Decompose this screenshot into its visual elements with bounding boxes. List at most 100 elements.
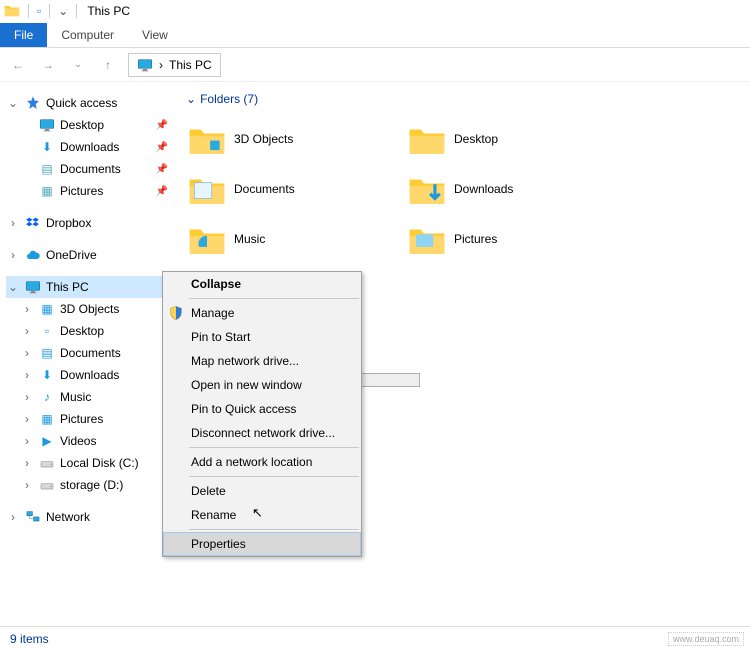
pin-icon: 📌 — [156, 164, 168, 175]
folder-icon — [406, 168, 448, 210]
sidebar-item-local-disk-c-[interactable]: › Local Disk (C:) — [6, 452, 176, 474]
ctx-delete[interactable]: Delete — [163, 479, 361, 503]
chevron-right-icon[interactable]: › — [20, 302, 34, 316]
ctx-label: Disconnect network drive... — [191, 426, 335, 440]
sidebar-item-downloads[interactable]: › ⬇ Downloads — [6, 364, 176, 386]
cloud-icon — [24, 246, 42, 264]
ctx-collapse[interactable]: Collapse — [163, 272, 361, 296]
ctx-manage[interactable]: Manage — [163, 301, 361, 325]
tab-computer[interactable]: Computer — [47, 23, 128, 47]
ctx-label: Properties — [191, 537, 246, 551]
ctx-open-in-new-window[interactable]: Open in new window — [163, 373, 361, 397]
folder-icon — [186, 168, 228, 210]
sidebar-item-storage-d-[interactable]: › storage (D:) — [6, 474, 176, 496]
folder-label: Downloads — [454, 182, 513, 196]
chevron-right-icon[interactable]: › — [20, 478, 34, 492]
watermark: www.deuaq.com — [668, 632, 744, 646]
chevron-right-icon[interactable]: › — [6, 248, 20, 262]
chevron-right-icon[interactable]: › — [20, 434, 34, 448]
ctx-map-network-drive-[interactable]: Map network drive... — [163, 349, 361, 373]
sidebar-item-label: Local Disk (C:) — [60, 456, 139, 470]
chevron-right-icon[interactable]: › — [20, 368, 34, 382]
address-path: This PC — [169, 58, 212, 72]
address-bar[interactable]: › This PC — [128, 53, 221, 77]
sidebar-item-label: Pictures — [60, 184, 103, 198]
folder-icon — [186, 118, 228, 160]
pin-icon: 📌 — [156, 120, 168, 131]
ctx-label: Map network drive... — [191, 354, 299, 368]
ctx-label: Pin to Quick access — [191, 402, 296, 416]
item-icon: ▦ — [38, 300, 56, 318]
sidebar-item-label: Downloads — [60, 368, 119, 382]
recent-dropdown-icon[interactable]: ⌄ — [68, 55, 88, 75]
folder-3d-objects[interactable]: 3D Objects — [186, 114, 406, 164]
folder-downloads[interactable]: Downloads — [406, 164, 626, 214]
sidebar-item-documents[interactable]: ›▤Documents — [6, 342, 176, 364]
tab-view[interactable]: View — [128, 23, 182, 47]
title-bar: ▫ ⌄ This PC — [0, 0, 750, 22]
sidebar-item-label: storage (D:) — [60, 478, 123, 492]
downloads-icon: ⬇ — [38, 138, 56, 156]
section-title: Folders (7) — [200, 92, 258, 106]
ctx-disconnect-network-drive-[interactable]: Disconnect network drive... — [163, 421, 361, 445]
folder-music[interactable]: Music — [186, 214, 406, 264]
sidebar-item-network[interactable]: › Network — [6, 506, 176, 528]
folder-icon — [406, 218, 448, 260]
ctx-pin-to-start[interactable]: Pin to Start — [163, 325, 361, 349]
ctx-label: Add a network location — [191, 455, 312, 469]
sidebar-item-music[interactable]: ›♪Music — [6, 386, 176, 408]
sidebar-item-3d-objects[interactable]: ›▦3D Objects — [6, 298, 176, 320]
sidebar-item-this-pc[interactable]: ⌄ This PC — [6, 276, 176, 298]
chevron-right-icon[interactable]: › — [20, 324, 34, 338]
chevron-right-icon[interactable]: › — [20, 412, 34, 426]
sidebar-item-label: Music — [60, 390, 91, 404]
chevron-down-icon[interactable]: ⌄ — [6, 96, 20, 110]
sidebar-item-dropbox[interactable]: › Dropbox — [6, 212, 176, 234]
sidebar-item-documents[interactable]: ▤ Documents 📌 — [6, 158, 176, 180]
sidebar-item-label: Videos — [60, 434, 96, 448]
up-button[interactable]: ↑ — [98, 55, 118, 75]
chevron-right-icon[interactable]: › — [20, 346, 34, 360]
item-icon: ⬇ — [38, 366, 56, 384]
ctx-label: Pin to Start — [191, 330, 250, 344]
sidebar-item-desktop[interactable]: Desktop 📌 — [6, 114, 176, 136]
sidebar-item-quick-access[interactable]: ⌄ Quick access — [6, 92, 176, 114]
folder-desktop[interactable]: Desktop — [406, 114, 626, 164]
folder-pictures[interactable]: Pictures — [406, 214, 626, 264]
chevron-right-icon[interactable]: › — [6, 216, 20, 230]
properties-qat-icon[interactable]: ▫ — [37, 4, 41, 18]
monitor-icon — [38, 116, 56, 134]
folder-documents[interactable]: Documents — [186, 164, 406, 214]
star-icon — [24, 94, 42, 112]
sidebar-item-label: OneDrive — [46, 248, 97, 262]
chevron-right-icon[interactable]: › — [20, 390, 34, 404]
sidebar-item-videos[interactable]: › ▶ Videos — [6, 430, 176, 452]
sidebar-item-downloads[interactable]: ⬇ Downloads 📌 — [6, 136, 176, 158]
shield-icon — [167, 304, 185, 322]
ctx-add-a-network-location[interactable]: Add a network location — [163, 450, 361, 474]
monitor-icon — [137, 57, 153, 73]
back-button[interactable]: ← — [8, 55, 28, 75]
cursor-icon: ↖ — [252, 505, 263, 521]
sidebar-item-label: Downloads — [60, 140, 119, 154]
sidebar-item-desktop[interactable]: ›▫Desktop — [6, 320, 176, 342]
chevron-right-icon[interactable]: › — [6, 510, 20, 524]
navigation-tree: ⌄ Quick access Desktop 📌 ⬇ Downloads 📌 ▤… — [0, 82, 176, 622]
ctx-label: Open in new window — [191, 378, 302, 392]
address-sep: › — [159, 58, 163, 72]
chevron-right-icon[interactable]: › — [20, 456, 34, 470]
pin-icon: 📌 — [156, 142, 168, 153]
chevron-down-icon[interactable]: ⌄ — [6, 280, 20, 294]
ribbon-tabs: File Computer View — [0, 22, 750, 48]
sidebar-item-pictures[interactable]: ›▦Pictures — [6, 408, 176, 430]
sidebar-item-onedrive[interactable]: › OneDrive — [6, 244, 176, 266]
qat-dropdown-icon[interactable]: ⌄ — [58, 4, 68, 18]
forward-button[interactable]: → — [38, 55, 58, 75]
folders-section-header[interactable]: ⌄ Folders (7) — [186, 92, 750, 106]
ctx-properties[interactable]: Properties — [163, 532, 361, 556]
item-icon: ▶ — [38, 432, 56, 450]
sidebar-item-pictures[interactable]: ▦ Pictures 📌 — [6, 180, 176, 202]
folder-label: Desktop — [454, 132, 498, 146]
ctx-pin-to-quick-access[interactable]: Pin to Quick access — [163, 397, 361, 421]
file-tab[interactable]: File — [0, 23, 47, 47]
